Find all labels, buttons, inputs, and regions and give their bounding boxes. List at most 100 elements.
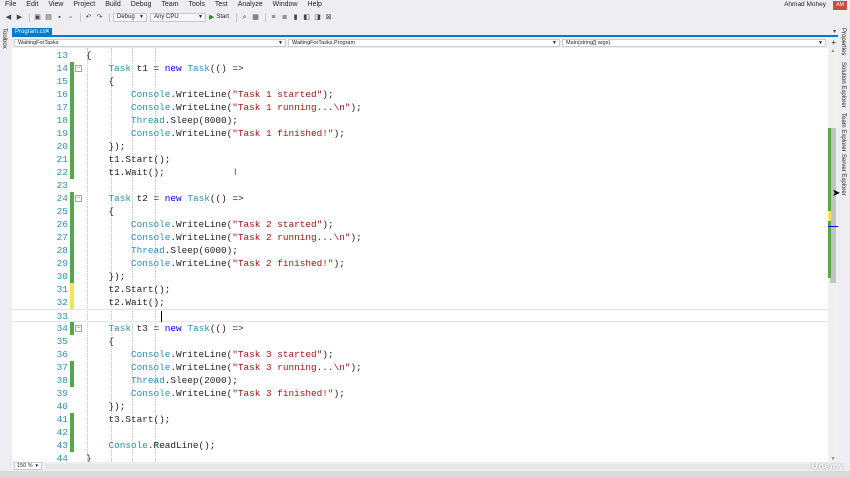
code-text[interactable]: }); <box>86 400 126 413</box>
comment-icon[interactable]: ≡ <box>269 13 278 22</box>
vertical-scrollbar[interactable]: ▲ ▼ <box>828 48 838 462</box>
menu-item-build[interactable]: Build <box>100 0 126 10</box>
menu-item-file[interactable]: File <box>0 0 21 10</box>
code-line[interactable]: 23 <box>12 179 828 192</box>
menu-item-analyze[interactable]: Analyze <box>233 0 268 10</box>
code-text[interactable]: Console.WriteLine("Task 3 started"); <box>86 348 334 361</box>
code-text[interactable]: Thread.Sleep(6000); <box>86 244 238 257</box>
code-text[interactable]: Console.WriteLine("Task 2 running...\n")… <box>86 231 362 244</box>
menu-item-edit[interactable]: Edit <box>21 0 43 10</box>
code-text[interactable]: Console.WriteLine("Task 2 finished!"); <box>86 257 345 270</box>
code-text[interactable]: { <box>86 75 115 88</box>
code-line[interactable]: 17 Console.WriteLine("Task 1 running...\… <box>12 101 828 114</box>
menu-item-team[interactable]: Team <box>156 0 183 10</box>
team-explorer-tab[interactable]: Team Explorer <box>840 113 846 152</box>
zoom-select[interactable]: 150 % ▼ <box>14 462 42 470</box>
code-text[interactable]: }); <box>86 270 126 283</box>
user-name[interactable]: Ahmad Mohey <box>784 0 826 10</box>
code-line[interactable]: 31 t2.Start(); <box>12 283 828 296</box>
code-text[interactable]: Console.WriteLine("Task 2 started"); <box>86 218 334 231</box>
code-line[interactable]: 42 <box>12 426 828 439</box>
toolbox-tab[interactable]: Toolbox <box>1 28 7 49</box>
code-line[interactable]: 41 t3.Start(); <box>12 413 828 426</box>
configuration-select[interactable]: Debug ▼ <box>113 12 147 22</box>
menu-item-tools[interactable]: Tools <box>184 0 210 10</box>
clear-bookmarks-icon[interactable]: ⊠ <box>324 13 333 22</box>
collapse-icon[interactable]: − <box>75 65 82 72</box>
code-text[interactable]: t3.Start(); <box>86 413 171 426</box>
code-line[interactable]: 32 t2.Wait(); <box>12 296 828 309</box>
code-line[interactable]: 36 Console.WriteLine("Task 3 started"); <box>12 348 828 361</box>
redo-icon[interactable]: ↷ <box>95 13 104 22</box>
menu-item-debug[interactable]: Debug <box>126 0 157 10</box>
code-text[interactable]: { <box>86 335 115 348</box>
code-text[interactable]: t2.Wait(); <box>86 296 165 309</box>
close-icon[interactable]: ✕ <box>45 28 50 37</box>
find-icon[interactable]: ⌕ <box>240 13 249 22</box>
code-line[interactable]: 30 }); <box>12 270 828 283</box>
code-line[interactable]: 43 Console.ReadLine(); <box>12 439 828 452</box>
code-text[interactable]: Console.WriteLine("Task 1 finished!"); <box>86 127 345 140</box>
code-line[interactable]: 28 Thread.Sleep(6000); <box>12 244 828 257</box>
code-text[interactable]: }); <box>86 140 126 153</box>
code-line[interactable]: 44} <box>12 452 828 462</box>
prev-bookmark-icon[interactable]: ◧ <box>302 13 311 22</box>
code-text[interactable]: Console.WriteLine("Task 3 running...\n")… <box>86 361 362 374</box>
code-line[interactable]: 35 { <box>12 335 828 348</box>
code-line[interactable]: 15 { <box>12 75 828 88</box>
code-text[interactable]: Console.WriteLine("Task 1 started"); <box>86 88 334 101</box>
code-text[interactable]: Task t1 = new Task(() => <box>86 62 244 75</box>
type-dropdown[interactable]: WaitingForTasks.Program ▼ <box>288 39 560 47</box>
member-dropdown[interactable]: Main(string[] args) ▼ <box>562 39 826 47</box>
menu-item-test[interactable]: Test <box>210 0 233 10</box>
code-line[interactable]: 33 <box>12 309 828 322</box>
code-text[interactable]: t1.Start(); <box>86 153 171 166</box>
avatar[interactable]: AM <box>833 1 847 10</box>
code-text[interactable]: t2.Start(); <box>86 283 171 296</box>
bookmark-icon[interactable]: ▮ <box>291 13 300 22</box>
code-line[interactable]: 24− Task t2 = new Task(() => <box>12 192 828 205</box>
open-file-icon[interactable]: ▤ <box>44 13 53 22</box>
code-text[interactable]: t1.Wait(); <box>86 166 165 179</box>
code-text[interactable]: { <box>86 205 115 218</box>
code-line[interactable]: 38 Thread.Sleep(2000); <box>12 374 828 387</box>
menu-item-help[interactable]: Help <box>303 0 327 10</box>
split-icon[interactable]: + <box>831 38 836 48</box>
code-text[interactable]: Thread.Sleep(8000); <box>86 114 238 127</box>
back-icon[interactable]: ◀ <box>4 13 13 22</box>
project-dropdown[interactable]: WaitingForTasks ▼ <box>14 39 286 47</box>
code-line[interactable]: 29 Console.WriteLine("Task 2 finished!")… <box>12 257 828 270</box>
code-text[interactable]: Thread.Sleep(2000); <box>86 374 238 387</box>
server-explorer-tab[interactable]: Server Explorer <box>840 154 846 196</box>
new-project-icon[interactable]: ▣ <box>33 13 42 22</box>
code-text[interactable]: Console.WriteLine("Task 3 finished!"); <box>86 387 345 400</box>
solution-explorer-tab[interactable]: Solution Explorer <box>840 62 846 108</box>
code-line[interactable]: 37 Console.WriteLine("Task 3 running...\… <box>12 361 828 374</box>
code-line[interactable]: 13 { <box>12 49 828 62</box>
code-line[interactable]: 39 Console.WriteLine("Task 3 finished!")… <box>12 387 828 400</box>
code-text[interactable]: } <box>86 452 92 462</box>
code-line[interactable]: 14− Task t1 = new Task(() => <box>12 62 828 75</box>
platform-select[interactable]: Any CPU ▼ <box>150 12 206 22</box>
uncomment-icon[interactable]: ≣ <box>280 13 289 22</box>
save-icon[interactable]: ▪ <box>55 13 64 22</box>
code-text[interactable]: Task t3 = new Task(() => <box>86 322 244 335</box>
code-text[interactable]: { <box>86 49 92 62</box>
code-line[interactable]: 34− Task t3 = new Task(() => <box>12 322 828 335</box>
code-line[interactable]: 19 Console.WriteLine("Task 1 finished!")… <box>12 127 828 140</box>
horizontal-scrollbar[interactable] <box>46 464 836 469</box>
chevron-down-icon[interactable]: ▾ <box>833 28 836 37</box>
collapse-icon[interactable]: − <box>75 325 82 332</box>
undo-icon[interactable]: ↶ <box>84 13 93 22</box>
menu-item-window[interactable]: Window <box>268 0 303 10</box>
code-line[interactable]: 21 t1.Start(); <box>12 153 828 166</box>
forward-icon[interactable]: ▶ <box>15 13 24 22</box>
properties-tab[interactable]: Properties <box>840 28 846 55</box>
code-line[interactable]: 26 Console.WriteLine("Task 2 started"); <box>12 218 828 231</box>
code-text[interactable]: Task t2 = new Task(() => <box>86 192 244 205</box>
code-line[interactable]: 16 Console.WriteLine("Task 1 started"); <box>12 88 828 101</box>
code-line[interactable]: 25 { <box>12 205 828 218</box>
scroll-up-icon[interactable]: ▲ <box>828 48 838 54</box>
solution-config-icon[interactable]: ▦ <box>251 13 260 22</box>
code-line[interactable]: 27 Console.WriteLine("Task 2 running...\… <box>12 231 828 244</box>
